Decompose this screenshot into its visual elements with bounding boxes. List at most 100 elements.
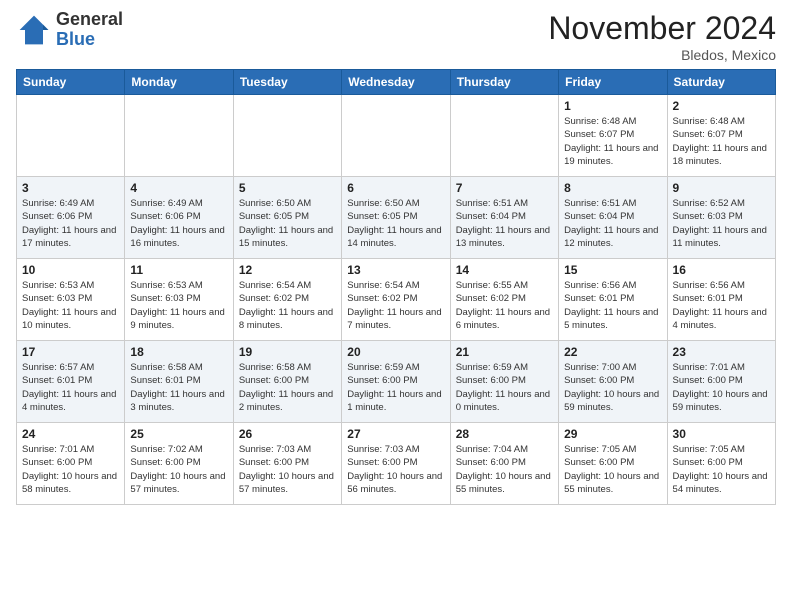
logo: General Blue [16,10,123,50]
day-info: Sunrise: 6:53 AM Sunset: 6:03 PM Dayligh… [130,279,227,332]
day-number: 4 [130,181,227,195]
calendar-cell: 17 Sunrise: 6:57 AM Sunset: 6:01 PM Dayli… [17,341,125,423]
day-number: 23 [673,345,770,359]
day-number: 27 [347,427,444,441]
day-number: 10 [22,263,119,277]
calendar-header: SundayMondayTuesdayWednesdayThursdayFrid… [17,70,776,95]
day-number: 26 [239,427,336,441]
calendar-cell: 4 Sunrise: 6:49 AM Sunset: 6:06 PM Daylig… [125,177,233,259]
calendar-cell: 20Sunrise: 6:59 AM Sunset: 6:00 PM Dayli… [342,341,450,423]
weekday-header: Monday [125,70,233,95]
day-info: Sunrise: 6:57 AM Sunset: 6:01 PM Dayligh… [22,361,119,414]
day-info: Sunrise: 6:54 AM Sunset: 6:02 PM Dayligh… [239,279,336,332]
day-info: Sunrise: 6:52 AM Sunset: 6:03 PM Dayligh… [673,197,770,250]
day-info: Sunrise: 6:51 AM Sunset: 6:04 PM Dayligh… [456,197,553,250]
calendar-body: 1 Sunrise: 6:48 AM Sunset: 6:07 PM Daylig… [17,95,776,505]
calendar-cell: 7 Sunrise: 6:51 AM Sunset: 6:04 PM Daylig… [450,177,558,259]
day-number: 1 [564,99,661,113]
calendar-cell: 12 Sunrise: 6:54 AM Sunset: 6:02 PM Dayli… [233,259,341,341]
calendar-table: SundayMondayTuesdayWednesdayThursdayFrid… [16,69,776,505]
day-info: Sunrise: 6:55 AM Sunset: 6:02 PM Dayligh… [456,279,553,332]
day-number: 21 [456,345,553,359]
day-info: Sunrise: 6:53 AM Sunset: 6:03 PM Dayligh… [22,279,119,332]
header: General Blue November 2024 Bledos, Mexic… [16,10,776,63]
calendar-week-row: 10 Sunrise: 6:53 AM Sunset: 6:03 PM Dayli… [17,259,776,341]
calendar-cell: 23 Sunrise: 7:01 AM Sunset: 6:00 PM Dayli… [667,341,775,423]
weekday-header: Friday [559,70,667,95]
day-number: 6 [347,181,444,195]
calendar-week-row: 24 Sunrise: 7:01 AM Sunset: 6:00 PM Dayli… [17,423,776,505]
day-info: Sunrise: 7:03 AM Sunset: 6:00 PM Dayligh… [347,443,444,496]
day-number: 20 [347,345,444,359]
day-info: Sunrise: 7:05 AM Sunset: 6:00 PM Dayligh… [673,443,770,496]
title-block: November 2024 Bledos, Mexico [548,10,776,63]
calendar-cell: 5 Sunrise: 6:50 AM Sunset: 6:05 PM Daylig… [233,177,341,259]
day-info: Sunrise: 6:49 AM Sunset: 6:06 PM Dayligh… [22,197,119,250]
day-number: 5 [239,181,336,195]
day-info: Sunrise: 6:58 AM Sunset: 6:01 PM Dayligh… [130,361,227,414]
calendar-cell: 24 Sunrise: 7:01 AM Sunset: 6:00 PM Dayli… [17,423,125,505]
day-number: 22 [564,345,661,359]
day-number: 3 [22,181,119,195]
calendar-cell: 14Sunrise: 6:55 AM Sunset: 6:02 PM Dayli… [450,259,558,341]
logo-blue: Blue [56,29,95,49]
calendar-cell: 18 Sunrise: 6:58 AM Sunset: 6:01 PM Dayli… [125,341,233,423]
calendar-cell: 11 Sunrise: 6:53 AM Sunset: 6:03 PM Dayli… [125,259,233,341]
day-info: Sunrise: 6:54 AM Sunset: 6:02 PM Dayligh… [347,279,444,332]
calendar-cell: 13Sunrise: 6:54 AM Sunset: 6:02 PM Dayli… [342,259,450,341]
day-number: 24 [22,427,119,441]
day-info: Sunrise: 6:50 AM Sunset: 6:05 PM Dayligh… [239,197,336,250]
day-number: 8 [564,181,661,195]
day-number: 7 [456,181,553,195]
day-info: Sunrise: 6:59 AM Sunset: 6:00 PM Dayligh… [456,361,553,414]
calendar-cell: 9 Sunrise: 6:52 AM Sunset: 6:03 PM Daylig… [667,177,775,259]
day-number: 15 [564,263,661,277]
day-number: 12 [239,263,336,277]
calendar-cell: 26 Sunrise: 7:03 AM Sunset: 6:00 PM Dayli… [233,423,341,505]
day-info: Sunrise: 6:51 AM Sunset: 6:04 PM Dayligh… [564,197,661,250]
day-info: Sunrise: 7:03 AM Sunset: 6:00 PM Dayligh… [239,443,336,496]
day-info: Sunrise: 6:50 AM Sunset: 6:05 PM Dayligh… [347,197,444,250]
calendar-week-row: 17 Sunrise: 6:57 AM Sunset: 6:01 PM Dayli… [17,341,776,423]
calendar-cell [17,95,125,177]
day-number: 17 [22,345,119,359]
logo-icon [16,12,52,48]
calendar-cell: 30Sunrise: 7:05 AM Sunset: 6:00 PM Dayli… [667,423,775,505]
calendar-cell: 28 Sunrise: 7:04 AM Sunset: 6:00 PM Dayli… [450,423,558,505]
logo-text: General Blue [56,10,123,50]
calendar-cell: 3 Sunrise: 6:49 AM Sunset: 6:06 PM Daylig… [17,177,125,259]
calendar-cell: 8 Sunrise: 6:51 AM Sunset: 6:04 PM Daylig… [559,177,667,259]
day-number: 11 [130,263,227,277]
calendar-cell: 1 Sunrise: 6:48 AM Sunset: 6:07 PM Daylig… [559,95,667,177]
weekday-header: Wednesday [342,70,450,95]
calendar-cell: 25Sunrise: 7:02 AM Sunset: 6:00 PM Dayli… [125,423,233,505]
calendar-cell: 2Sunrise: 6:48 AM Sunset: 6:07 PM Daylig… [667,95,775,177]
calendar-cell [450,95,558,177]
weekday-header: Saturday [667,70,775,95]
weekday-header: Tuesday [233,70,341,95]
calendar-cell: 19Sunrise: 6:58 AM Sunset: 6:00 PM Dayli… [233,341,341,423]
calendar-cell: 6 Sunrise: 6:50 AM Sunset: 6:05 PM Daylig… [342,177,450,259]
day-number: 18 [130,345,227,359]
day-info: Sunrise: 7:04 AM Sunset: 6:00 PM Dayligh… [456,443,553,496]
day-number: 28 [456,427,553,441]
weekday-header: Thursday [450,70,558,95]
calendar-page: General Blue November 2024 Bledos, Mexic… [0,0,792,521]
day-info: Sunrise: 6:58 AM Sunset: 6:00 PM Dayligh… [239,361,336,414]
day-info: Sunrise: 6:48 AM Sunset: 6:07 PM Dayligh… [564,115,661,168]
day-info: Sunrise: 6:49 AM Sunset: 6:06 PM Dayligh… [130,197,227,250]
logo-general: General [56,9,123,29]
day-info: Sunrise: 7:02 AM Sunset: 6:00 PM Dayligh… [130,443,227,496]
day-info: Sunrise: 7:00 AM Sunset: 6:00 PM Dayligh… [564,361,661,414]
month-title: November 2024 [548,10,776,47]
calendar-week-row: 3 Sunrise: 6:49 AM Sunset: 6:06 PM Daylig… [17,177,776,259]
calendar-cell [125,95,233,177]
calendar-cell: 15Sunrise: 6:56 AM Sunset: 6:01 PM Dayli… [559,259,667,341]
calendar-cell: 16Sunrise: 6:56 AM Sunset: 6:01 PM Dayli… [667,259,775,341]
day-info: Sunrise: 7:05 AM Sunset: 6:00 PM Dayligh… [564,443,661,496]
calendar-cell [342,95,450,177]
day-info: Sunrise: 7:01 AM Sunset: 6:00 PM Dayligh… [22,443,119,496]
day-info: Sunrise: 7:01 AM Sunset: 6:00 PM Dayligh… [673,361,770,414]
calendar-cell [233,95,341,177]
day-number: 9 [673,181,770,195]
